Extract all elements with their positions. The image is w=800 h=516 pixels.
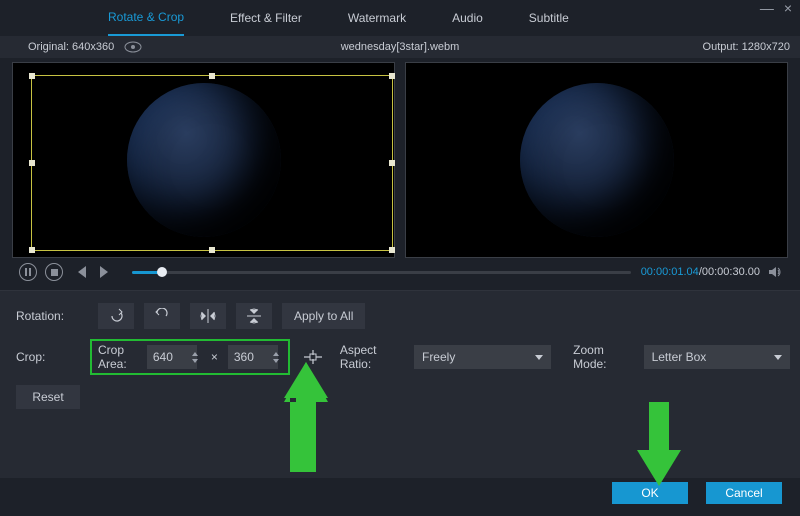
tab-rotate-crop[interactable]: Rotate & Crop — [108, 0, 184, 36]
tab-watermark[interactable]: Watermark — [348, 0, 406, 36]
time-current: 00:00:01.04 — [641, 266, 699, 278]
original-size-label: Original: 640x360 — [28, 41, 114, 53]
output-size-label: Output: 1280x720 — [703, 41, 790, 53]
crop-handle-ml[interactable] — [29, 160, 35, 166]
crop-rectangle[interactable] — [31, 75, 393, 251]
crop-handle-tm[interactable] — [209, 73, 215, 79]
ok-button[interactable]: OK — [612, 482, 688, 504]
time-display: 00:00:01.04/00:00:30.00 — [641, 266, 760, 278]
seek-thumb[interactable] — [157, 267, 167, 277]
crop-handle-tl[interactable] — [29, 73, 35, 79]
crop-label: Crop: — [16, 350, 92, 364]
dimension-x-icon: × — [211, 350, 218, 364]
playback-controls: 00:00:01.04/00:00:30.00 — [0, 258, 800, 286]
crop-height-spinner[interactable] — [270, 345, 282, 369]
zoom-mode-value: Letter Box — [652, 350, 707, 364]
volume-icon[interactable] — [768, 265, 782, 279]
seek-slider[interactable] — [132, 271, 631, 274]
footer-buttons: OK Cancel — [612, 482, 782, 504]
flip-vertical-button[interactable] — [236, 303, 272, 329]
aspect-ratio-value: Freely — [422, 350, 455, 364]
time-total: 00:00:30.00 — [702, 266, 760, 278]
chevron-down-icon — [535, 355, 543, 360]
aspect-ratio-label: Aspect Ratio: — [340, 343, 406, 371]
crop-area-label: Crop Area: — [98, 343, 141, 371]
apply-to-all-button[interactable]: Apply to All — [282, 303, 365, 329]
prev-frame-button[interactable] — [70, 262, 90, 282]
zoom-mode-select[interactable]: Letter Box — [644, 345, 790, 369]
close-icon[interactable]: × — [784, 0, 792, 16]
settings-panel: Rotation: Apply to All Crop: Crop Area: … — [0, 290, 800, 478]
preview-area — [0, 58, 800, 258]
output-preview — [405, 62, 788, 258]
info-bar: Original: 640x360 wednesday[3star].webm … — [0, 36, 800, 58]
rotation-label: Rotation: — [16, 309, 98, 323]
cancel-button[interactable]: Cancel — [706, 482, 782, 504]
window-controls: — × — [760, 0, 792, 16]
aspect-ratio-select[interactable]: Freely — [414, 345, 551, 369]
crop-handle-tr[interactable] — [389, 73, 395, 79]
reset-button[interactable]: Reset — [16, 385, 80, 409]
video-frame-image — [520, 83, 674, 237]
crop-handle-bl[interactable] — [29, 247, 35, 253]
pause-button[interactable] — [18, 262, 38, 282]
crop-width-spinner[interactable] — [189, 345, 201, 369]
filename-label: wednesday[3star].webm — [341, 41, 460, 53]
crop-area-group: Crop Area: × — [90, 339, 290, 375]
crop-handle-bm[interactable] — [209, 247, 215, 253]
stop-button[interactable] — [44, 262, 64, 282]
minimize-icon[interactable]: — — [760, 0, 774, 16]
tab-subtitle[interactable]: Subtitle — [529, 0, 569, 36]
tab-effect-filter[interactable]: Effect & Filter — [230, 0, 302, 36]
zoom-mode-label: Zoom Mode: — [573, 343, 635, 371]
center-crop-button[interactable] — [300, 345, 326, 369]
crop-handle-mr[interactable] — [389, 160, 395, 166]
tab-bar: Rotate & Crop Effect & Filter Watermark … — [0, 0, 800, 36]
rotate-left-button[interactable] — [98, 303, 134, 329]
chevron-down-icon — [774, 355, 782, 360]
original-preview[interactable] — [12, 62, 395, 258]
crop-handle-br[interactable] — [389, 247, 395, 253]
preview-eye-icon[interactable] — [124, 41, 142, 53]
tab-audio[interactable]: Audio — [452, 0, 483, 36]
next-frame-button[interactable] — [96, 262, 116, 282]
rotate-right-button[interactable] — [144, 303, 180, 329]
flip-horizontal-button[interactable] — [190, 303, 226, 329]
